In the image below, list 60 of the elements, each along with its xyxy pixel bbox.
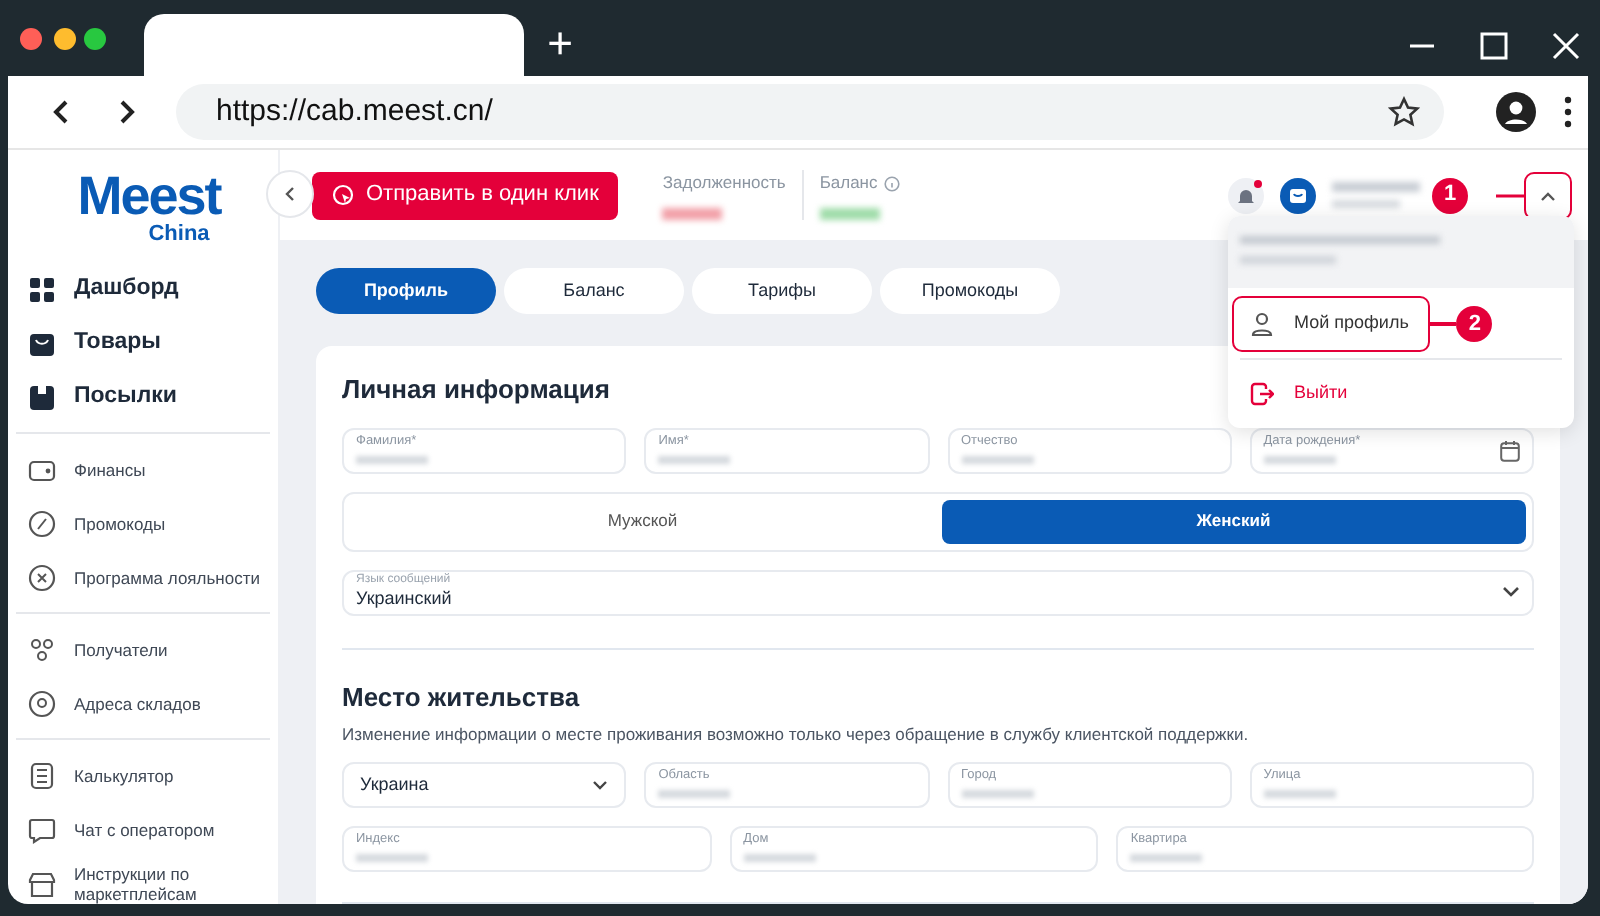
chevron-up-icon [1540,189,1556,201]
annotation-leader-line [1496,193,1524,197]
stat-label: Задолженность [662,170,786,196]
logo-wordmark: Meest [75,170,221,222]
section-title: Место жительства [342,679,582,715]
notification-button[interactable] [1228,177,1264,213]
sidebar-item[interactable]: Чат с оператором [8,802,278,856]
more-icon[interactable] [1564,96,1572,128]
annotation-badge: 2 [1456,306,1493,342]
sidebar-item[interactable]: Промокоды [8,496,278,550]
redacted-user-name [1332,182,1420,192]
new-tab-button[interactable]: + [540,20,580,68]
store-icon [28,869,56,897]
gender-option[interactable]: Женский [941,499,1526,543]
stat-label: Баланс [819,170,878,196]
address-bar[interactable]: https://cab.meest.cn/ [176,84,1444,140]
box-icon [28,383,56,411]
info-icon[interactable] [883,175,900,191]
sidebar-item[interactable]: Адреса складов [8,676,278,730]
click-cursor-icon [332,184,354,206]
shop-bag-avatar-icon[interactable] [1280,177,1316,213]
close-icon[interactable] [1552,32,1580,60]
logout-icon [1250,382,1274,406]
tab[interactable]: Профиль [316,268,496,314]
tab[interactable]: Баланс [504,268,684,314]
send-one-click-button[interactable]: Отправить в один клик [312,171,619,219]
chevron-down-icon [1502,586,1520,598]
sidebar-item[interactable]: Финансы [8,442,278,496]
grid-icon [28,275,56,303]
chevron-left-icon [282,186,298,202]
wallet-icon [28,455,56,483]
sidebar-item[interactable]: Получатели [8,622,278,676]
chat-bubble-icon [28,815,56,843]
sidebar-item[interactable]: Дашборд [8,262,278,316]
annotation-badge: 1 [1432,177,1468,213]
user-icon [1250,312,1274,336]
sidebar-item[interactable]: Программа лояльности [8,550,278,604]
section-title: Личная информация [342,372,610,408]
profile-menu-item[interactable]: Мой профиль [1232,296,1431,352]
collapse-sidebar-button[interactable] [266,170,314,218]
maximize-icon[interactable] [1480,32,1508,60]
logo-subtitle: China [146,222,210,246]
country-select[interactable]: Украина [342,761,627,808]
bell-icon [1236,185,1256,205]
account-icon[interactable] [1496,92,1536,132]
calendar-icon[interactable] [1500,439,1520,461]
logout-menu-item[interactable]: Выйти [1232,366,1370,422]
chevron-down-icon [592,779,609,790]
people-icon [28,635,56,663]
sidebar-item[interactable]: Калькулятор [8,748,278,802]
tab[interactable]: Промокоды [880,268,1060,314]
bag-icon [28,329,56,357]
section-note: Изменение информации о месте проживания возможно только через обращение в службу клиентской поддержки. [342,722,1251,748]
circle-cross-icon [28,563,56,591]
tab[interactable]: Тарифы [692,268,872,314]
sidebar-item[interactable]: Инструкции по маркетплейсам [8,856,278,904]
star-icon[interactable] [1388,96,1420,128]
sidebar-item[interactable]: Посылки [8,370,278,424]
sidebar-item[interactable]: Товары [8,316,278,370]
annotation-leader-line [1430,322,1457,326]
